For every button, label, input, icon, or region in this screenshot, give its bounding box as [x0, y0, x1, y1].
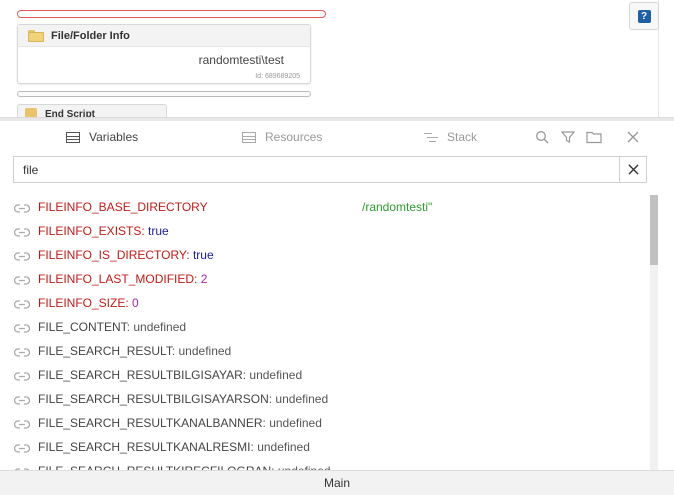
- stack-icon: [424, 132, 438, 142]
- variable-row[interactable]: FILEINFO_EXISTS: true: [0, 219, 650, 243]
- link-icon[interactable]: [13, 346, 31, 357]
- help-button[interactable]: ?: [629, 2, 659, 30]
- link-icon[interactable]: [13, 442, 31, 453]
- variable-name: FILE_SEARCH_RESULTBILGISAYAR: [38, 368, 243, 382]
- link-icon[interactable]: [13, 298, 31, 309]
- variable-text: FILEINFO_IS_DIRECTORY: true: [38, 248, 214, 262]
- tab-label: Variables: [89, 130, 139, 144]
- variable-text: FILE_SEARCH_RESULTKANALBANNER: undefined: [38, 416, 322, 430]
- context-label: Main: [323, 476, 350, 490]
- variable-search: [13, 156, 647, 183]
- flow-canvas[interactable]: File/Folder Info randomtesti\test Id: 68…: [0, 0, 674, 118]
- node-title: File/Folder Info: [51, 29, 130, 42]
- tab-resources[interactable]: Resources: [242, 121, 322, 153]
- variable-row[interactable]: FILEINFO_BASE_DIRECTORY/randomtesti": [0, 195, 650, 219]
- variable-text: FILEINFO_LAST_MODIFIED: 2: [38, 272, 207, 286]
- link-icon[interactable]: [13, 370, 31, 381]
- node-connector-bar[interactable]: [17, 91, 311, 97]
- folder-icon: [28, 29, 44, 42]
- variable-name: FILEINFO_LAST_MODIFIED: [38, 272, 195, 286]
- link-icon[interactable]: [13, 250, 31, 261]
- node-value: randomtesti\test: [198, 53, 284, 67]
- variable-value: undefined: [249, 368, 303, 382]
- vertical-scrollbar[interactable]: [650, 195, 658, 471]
- link-icon[interactable]: [13, 274, 31, 285]
- variable-value: true: [148, 224, 169, 238]
- tab-label: Resources: [265, 130, 323, 144]
- variable-row[interactable]: FILE_SEARCH_RESULTKANALBANNER: undefined: [0, 411, 650, 435]
- end-script-node[interactable]: End Script: [17, 104, 167, 118]
- variable-text: FILE_SEARCH_RESULT: undefined: [38, 344, 231, 358]
- variable-name: FILE_SEARCH_RESULT: [38, 344, 172, 358]
- file-folder-info-node[interactable]: File/Folder Info randomtesti\test Id: 68…: [17, 24, 311, 84]
- link-icon[interactable]: [13, 418, 31, 429]
- link-icon[interactable]: [13, 202, 31, 213]
- variable-row[interactable]: FILEINFO_SIZE: 0: [0, 291, 650, 315]
- variable-value: 0: [132, 296, 139, 310]
- variable-name: FILE_SEARCH_RESULTKANALBANNER: [38, 416, 263, 430]
- variable-text: FILEINFO_BASE_DIRECTORY: [38, 200, 208, 214]
- scrollbar-thumb[interactable]: [650, 195, 658, 265]
- tab-variables[interactable]: Variables: [66, 121, 138, 153]
- variable-row[interactable]: FILE_SEARCH_RESULT: undefined: [0, 339, 650, 363]
- tab-stack[interactable]: Stack: [424, 121, 477, 153]
- selected-node-outline[interactable]: [17, 10, 326, 18]
- variable-value: undefined: [133, 320, 187, 334]
- variable-name: FILEINFO_BASE_DIRECTORY: [38, 200, 208, 214]
- variable-row[interactable]: FILE_CONTENT: undefined: [0, 315, 650, 339]
- variable-separator: :: [194, 272, 201, 286]
- search-input[interactable]: [14, 157, 620, 182]
- node-id: Id: 689689205: [255, 73, 300, 80]
- node-header: File/Folder Info: [18, 25, 310, 47]
- variable-separator: :: [171, 344, 179, 358]
- variable-list[interactable]: FILEINFO_BASE_DIRECTORY/randomtesti" FILE…: [0, 195, 650, 471]
- link-icon[interactable]: [13, 226, 31, 237]
- variable-value: undefined: [269, 416, 322, 430]
- filter-icon[interactable]: [560, 129, 576, 145]
- variable-name: FILEINFO_SIZE: [38, 296, 126, 310]
- variable-value: undefined: [275, 392, 329, 406]
- close-panel-icon[interactable]: [625, 129, 641, 145]
- variable-text: FILE_SEARCH_RESULTKANALRESMI: undefined: [38, 440, 310, 454]
- panel-tabs: Variables Resources Stack: [0, 121, 674, 153]
- context-bar[interactable]: Main: [0, 470, 674, 495]
- search-icon[interactable]: [534, 129, 550, 145]
- folder-outline-icon[interactable]: [586, 129, 602, 145]
- variable-row[interactable]: FILE_SEARCH_RESULTKANALRESMI: undefined: [0, 435, 650, 459]
- variable-text: FILE_SEARCH_RESULTBILGISAYAR: undefined: [38, 368, 302, 382]
- variable-text: FILEINFO_SIZE: 0: [38, 296, 139, 310]
- variable-text: FILE_SEARCH_RESULTBILGISAYARSON: undefin…: [38, 392, 328, 406]
- variable-row[interactable]: FILEINFO_IS_DIRECTORY: true: [0, 243, 650, 267]
- variable-separator: :: [186, 248, 193, 262]
- variable-value-overflow: /randomtesti": [362, 200, 433, 214]
- debug-panel: Variables Resources Stack file FILEINFO_…: [0, 121, 674, 495]
- variable-row[interactable]: FILEINFO_LAST_MODIFIED: 2: [0, 267, 650, 291]
- variable-name: FILEINFO_IS_DIRECTORY: [38, 248, 187, 262]
- link-icon[interactable]: [13, 322, 31, 333]
- close-icon: [627, 164, 639, 175]
- variable-value: 2: [200, 272, 208, 286]
- variable-text: FILEINFO_EXISTS: true: [38, 224, 169, 238]
- table-icon: [66, 131, 80, 143]
- link-icon[interactable]: [13, 394, 31, 405]
- variable-name: FILE_SEARCH_RESULTKANALRESMI: [38, 440, 251, 454]
- variable-name: FILE_SEARCH_RESULTBILGISAYARSON: [38, 392, 269, 406]
- variable-value: undefined: [178, 344, 232, 358]
- variable-row[interactable]: FILE_SEARCH_RESULTBILGISAYAR: undefined: [0, 363, 650, 387]
- tab-label: Stack: [447, 130, 478, 144]
- variable-value: true: [192, 248, 214, 262]
- clear-search-button[interactable]: [619, 157, 646, 182]
- variable-row[interactable]: FILE_SEARCH_RESULTBILGISAYARSON: undefin…: [0, 387, 650, 411]
- variable-name: FILE_CONTENT: [38, 320, 127, 334]
- help-icon: ?: [637, 9, 651, 23]
- variable-text: FILE_CONTENT: undefined: [38, 320, 186, 334]
- variable-value: undefined: [257, 440, 310, 454]
- table-icon: [242, 131, 256, 143]
- variable-name: FILEINFO_EXISTS: [38, 224, 142, 238]
